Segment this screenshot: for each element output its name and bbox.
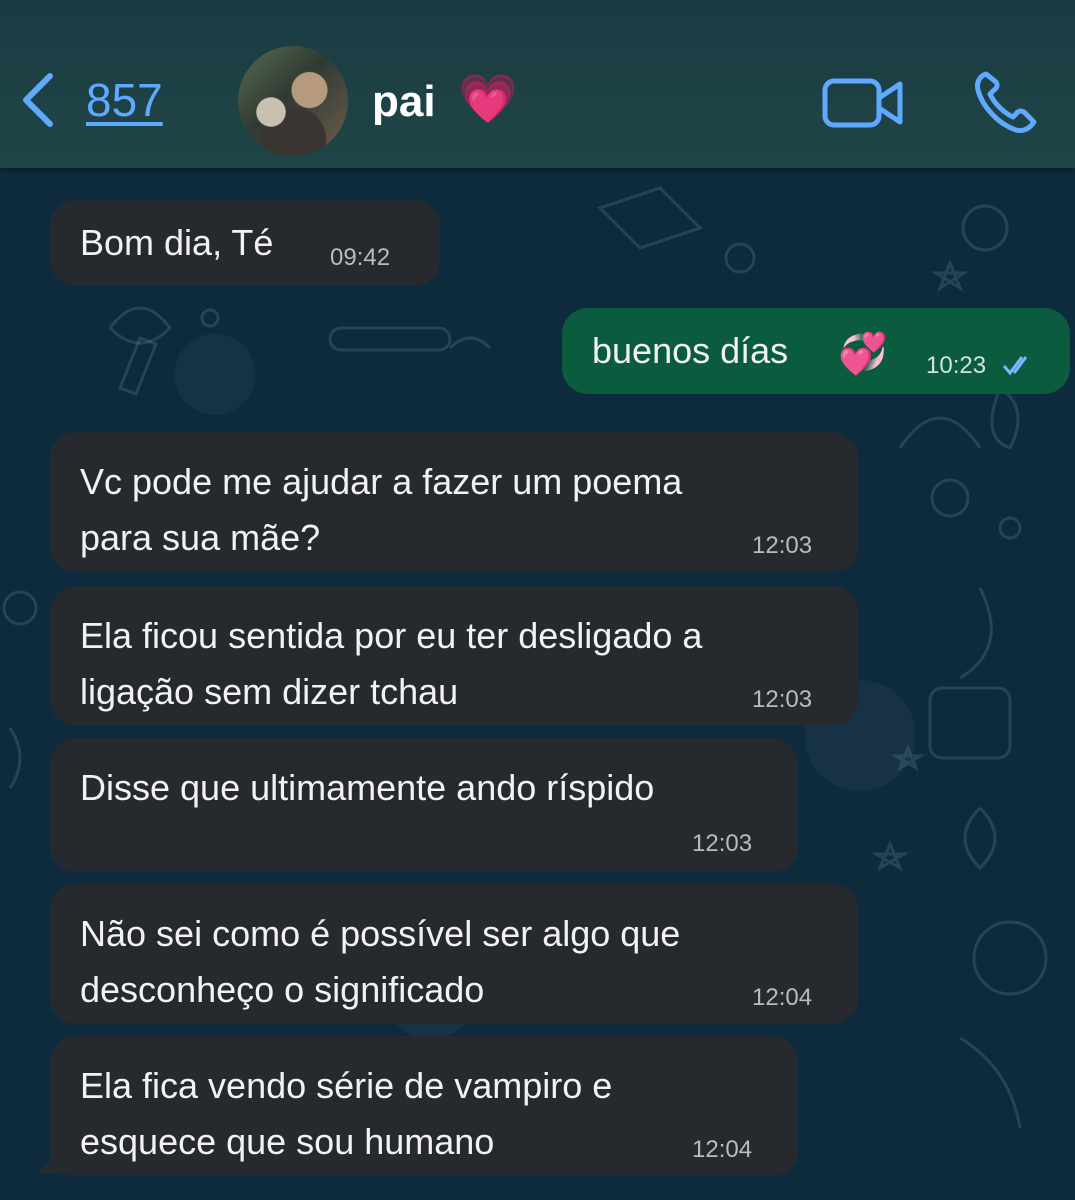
message-text: buenos días xyxy=(592,330,789,371)
message-bubble-incoming[interactable]: Bom dia, Té 09:42 xyxy=(50,200,440,286)
message-bubble-incoming[interactable]: Não sei como é possível ser algo que des… xyxy=(50,884,858,1024)
message-text: Ela fica vendo série de vampiro e esquec… xyxy=(80,1065,613,1162)
video-call-icon xyxy=(822,78,903,128)
message-text: Vc pode me ajudar a fazer um poema para … xyxy=(80,461,683,558)
back-button[interactable]: 857 xyxy=(18,70,163,130)
bubble-tail xyxy=(36,1148,62,1174)
message-time: 12:04 xyxy=(752,984,813,1011)
chevron-left-icon xyxy=(23,73,53,127)
message-time: 12:03 xyxy=(752,532,813,559)
chat-area[interactable]: Bom dia, Té 09:42 buenos días 💞 10:23 Vc… xyxy=(0,168,1075,1200)
voice-call-button[interactable] xyxy=(972,70,1038,141)
message-text: Disse que ultimamente ando ríspido xyxy=(80,767,655,808)
message-text: Bom dia, Té xyxy=(80,222,274,263)
message-time: 12:03 xyxy=(752,686,813,713)
message-time: 09:42 xyxy=(330,244,391,271)
message-bubble-outgoing[interactable]: buenos días 💞 10:23 xyxy=(562,308,1070,394)
double-check-icon xyxy=(1002,356,1028,376)
phone-icon xyxy=(975,71,1037,133)
heart-emoji: 💗 xyxy=(458,73,518,126)
message-text: Ela ficou sentida por eu ter desligado a… xyxy=(80,615,703,712)
message-bubble-incoming[interactable]: Disse que ultimamente ando ríspido 12:03 xyxy=(50,738,798,872)
message-time: 12:03 xyxy=(692,830,753,857)
avatar[interactable] xyxy=(238,46,348,156)
message-text: Não sei como é possível ser algo que des… xyxy=(80,913,681,1010)
video-call-button[interactable] xyxy=(822,78,904,133)
unread-count[interactable]: 857 xyxy=(86,77,163,123)
message-bubble-incoming[interactable]: Ela ficou sentida por eu ter desligado a… xyxy=(50,586,858,726)
chat-header: 857 pai 💗 xyxy=(0,0,1075,168)
contact-name[interactable]: pai xyxy=(372,80,436,124)
message-time: 10:23 xyxy=(926,352,987,379)
message-bubble-incoming[interactable]: Vc pode me ajudar a fazer um poema para … xyxy=(50,432,858,572)
message-bubble-incoming[interactable]: Ela fica vendo série de vampiro e esquec… xyxy=(50,1036,798,1176)
hearts-emoji: 💞 xyxy=(838,332,888,376)
message-time: 12:04 xyxy=(692,1136,753,1163)
